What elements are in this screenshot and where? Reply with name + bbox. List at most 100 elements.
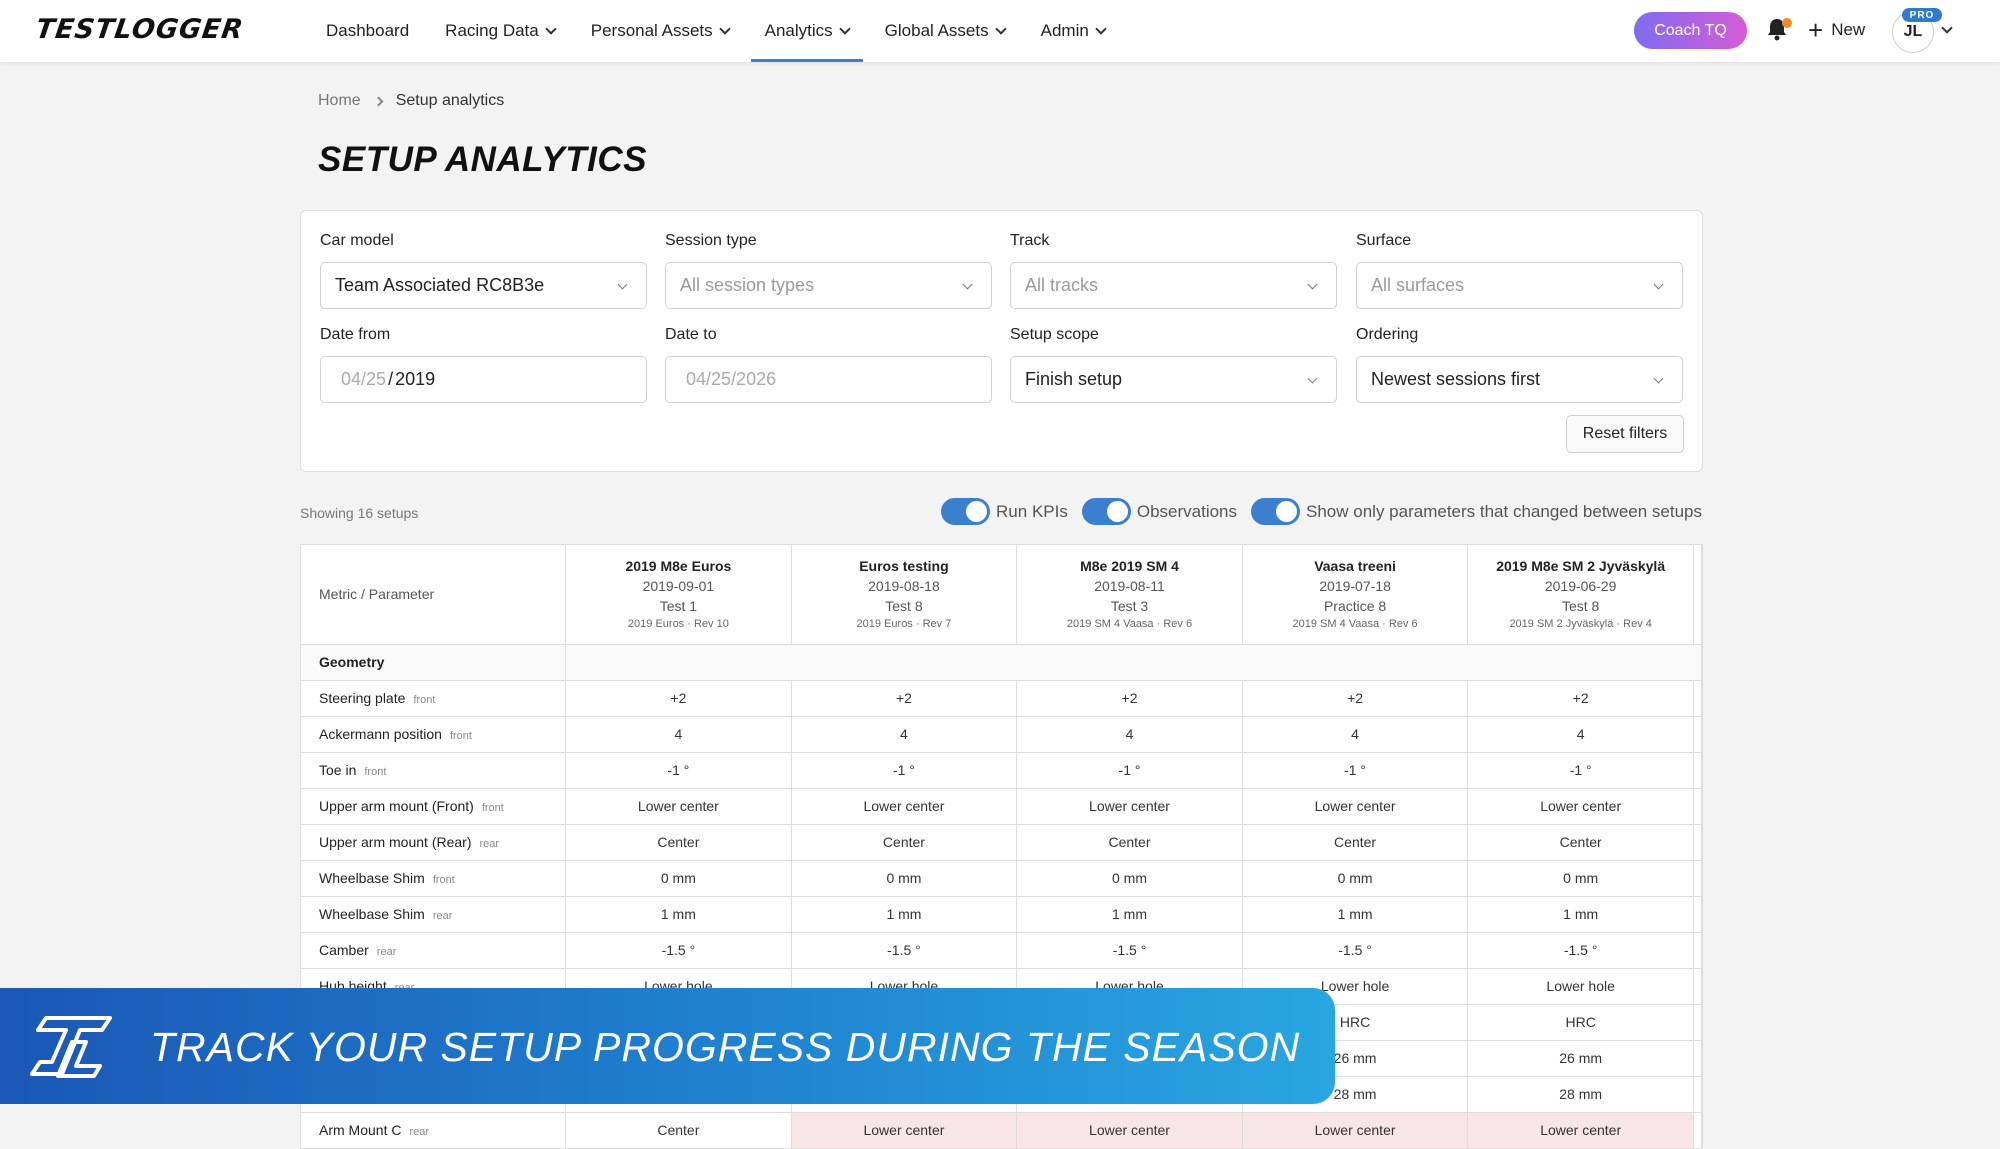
notification-dot <box>1782 18 1792 28</box>
coach-button[interactable]: Coach TQ <box>1634 12 1747 49</box>
main-nav: Dashboard Racing Data Personal Assets Analy… <box>308 0 1123 62</box>
value-cell: 1 mm <box>1467 896 1694 933</box>
value-cell: -1 ° <box>1467 752 1694 789</box>
table-edge <box>1693 1076 1702 1113</box>
ordering-label: Ordering <box>1356 326 1419 343</box>
setup-column-header[interactable]: M8e 2019 SM 4 2019-08-11 Test 3 2019 SM 4 V… <box>1016 545 1243 645</box>
setup-scope-select[interactable]: Finish setup <box>1010 356 1337 403</box>
nav-item-admin[interactable]: Admin <box>1023 0 1123 62</box>
date-from-day[interactable]: 25 <box>366 369 386 390</box>
value-cell: 1 mm <box>1016 896 1243 933</box>
setup-scope-field: Setup scope Finish setup <box>1010 326 1337 403</box>
setup-column-header[interactable]: Vaasa treeni 2019-07-18 Practice 8 2019 SM … <box>1242 545 1469 645</box>
setup-column-header[interactable]: 2019 M8e SM 2 Jyväskylä 2019-06-29 Test 8 2… <box>1467 545 1694 645</box>
toggle-label: Run KPIs <box>996 501 1068 521</box>
showing-count: Showing 16 setups <box>300 505 419 521</box>
toggle-0[interactable]: Run KPIs <box>941 498 1068 525</box>
new-button[interactable]: + New <box>1808 17 1865 43</box>
toggle-2[interactable]: Show only parameters that changed betwee… <box>1251 498 1702 525</box>
date-to-year[interactable]: 2026 <box>736 369 776 390</box>
value-cell: 0 mm <box>791 860 1018 897</box>
toggle-1[interactable]: Observations <box>1081 498 1237 525</box>
breadcrumb-home[interactable]: Home <box>318 92 361 110</box>
setup-name: Euros testing <box>859 558 949 575</box>
parameter-cell: Upper arm mount (Front) front <box>301 788 567 825</box>
value-cell: HRC <box>1467 1004 1694 1041</box>
toggle-switch[interactable] <box>1251 498 1301 525</box>
date-from-input[interactable]: 04/25/2019 <box>320 356 647 403</box>
track-label: Track <box>1010 232 1050 249</box>
setup-session: Practice 8 <box>1323 598 1387 615</box>
parameter-position: front <box>413 694 436 706</box>
testlogger-mark-icon <box>30 1016 112 1078</box>
table-edge <box>1693 1040 1702 1077</box>
setup-event: 2019 SM 4 Vaasa · Rev 6 <box>1292 618 1418 631</box>
date-to-input[interactable]: 04/25/2026 <box>665 356 992 403</box>
value-cell: 4 <box>1242 716 1469 753</box>
parameter-name: Ackermann position <box>319 726 442 742</box>
parameter-cell: Wheelbase Shim front <box>301 860 567 897</box>
app-logo[interactable]: TESTLOGGER <box>34 14 246 45</box>
ordering-select[interactable]: Newest sessions first <box>1356 356 1683 403</box>
value-cell: Lower center <box>1242 1112 1469 1149</box>
setup-column-header[interactable]: 2019 M8e Euros 2019-09-01 Test 1 2019 Euros… <box>565 545 792 645</box>
setup-date: 2019-07-18 <box>1319 578 1391 595</box>
table-edge <box>1693 788 1702 825</box>
setup-session: Test 8 <box>1561 598 1600 615</box>
value-cell: -1.5 ° <box>1242 932 1469 969</box>
toggle-group: Run KPIs Observations Show only parameters… <box>927 498 1702 525</box>
date-to-field: Date to 04/25/2026 <box>665 326 992 403</box>
chevron-down-icon <box>1307 279 1318 290</box>
value-cell: Center <box>1467 824 1694 861</box>
value-cell: Center <box>565 824 792 861</box>
nav-item-personal-assets[interactable]: Personal Assets <box>573 0 747 62</box>
nav-item-analytics[interactable]: Analytics <box>747 0 867 62</box>
table-row: Wheelbase Shim front 0 mm 0 mm 0 mm 0 mm 0 mm <box>301 860 1702 897</box>
chevron-down-icon <box>962 279 973 290</box>
date-from-year[interactable]: 2019 <box>395 369 435 390</box>
session-type-select[interactable]: All session types <box>665 262 992 309</box>
parameter-position: rear <box>376 946 397 958</box>
setup-event: 2019 SM 2 Jyväskylä · Rev 4 <box>1509 618 1652 631</box>
parameter-position: front <box>449 730 472 742</box>
session-type-field: Session type All session types <box>665 232 992 309</box>
value-cell: Lower center <box>1467 788 1694 825</box>
nav-item-dashboard[interactable]: Dashboard <box>308 0 427 62</box>
value-cell: +2 <box>1467 680 1694 717</box>
toggle-switch[interactable] <box>1081 498 1131 525</box>
parameter-position: rear <box>409 1126 430 1138</box>
table-row: Camber rear -1.5 ° -1.5 ° -1.5 ° -1.5 ° -1.5 ° <box>301 932 1702 969</box>
date-from-month[interactable]: 04 <box>341 369 361 390</box>
nav-item-racing-data[interactable]: Racing Data <box>427 0 573 62</box>
nav-item-global-assets[interactable]: Global Assets <box>867 0 1023 62</box>
table-row: Wheelbase Shim rear 1 mm 1 mm 1 mm 1 mm 1 mm <box>301 896 1702 933</box>
setup-event: 2019 Euros · Rev 7 <box>856 618 952 631</box>
date-to-day[interactable]: 25 <box>711 369 731 390</box>
table-row: Toe in front -1 ° -1 ° -1 ° -1 ° -1 ° <box>301 752 1702 789</box>
track-select[interactable]: All tracks <box>1010 262 1337 309</box>
value-cell: 1 mm <box>1242 896 1469 933</box>
date-to-month[interactable]: 04 <box>686 369 706 390</box>
parameter-cell: Upper arm mount (Rear) rear <box>301 824 567 861</box>
parameter-cell: Steering plate front <box>301 680 567 717</box>
reset-filters-button[interactable]: Reset filters <box>1566 415 1684 453</box>
parameter-position: front <box>481 802 504 814</box>
value-cell: Center <box>791 824 1018 861</box>
table-edge <box>1693 1004 1702 1041</box>
toggle-switch[interactable] <box>941 498 991 525</box>
filters-panel: Car model Team Associated RC8B3e Session… <box>300 210 1703 472</box>
value-cell: +2 <box>791 680 1018 717</box>
value-cell: Lower center <box>1242 788 1469 825</box>
parameter-name: Upper arm mount (Rear) <box>319 834 472 850</box>
car-model-select[interactable]: Team Associated RC8B3e <box>320 262 647 309</box>
value-cell: 4 <box>1016 716 1243 753</box>
setup-event: 2019 SM 4 Vaasa · Rev 6 <box>1066 618 1193 631</box>
nav-item-label: Racing Data <box>445 21 539 40</box>
value-cell: +2 <box>1242 680 1469 717</box>
value-cell: Lower center <box>791 788 1018 825</box>
surface-select[interactable]: All surfaces <box>1356 262 1683 309</box>
table-edge <box>1693 860 1702 897</box>
chevron-down-icon[interactable] <box>1941 22 1953 34</box>
setup-column-header[interactable]: Euros testing 2019-08-18 Test 8 2019 Euros … <box>791 545 1018 645</box>
parameter-name: Steering plate <box>319 690 406 706</box>
